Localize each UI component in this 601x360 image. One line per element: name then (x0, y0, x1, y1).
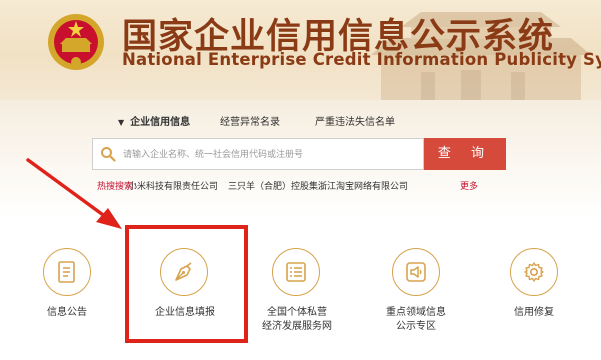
triangle-down-icon: ▼ (118, 118, 125, 127)
hot-search-item[interactable]: 浙江淘宝网络有限公司 (318, 179, 408, 192)
tab-label: 严重违法失信名单 (315, 117, 395, 128)
tab-abnormal-operation[interactable]: 经营异常名录 (220, 113, 280, 128)
document-icon (58, 261, 75, 283)
site-subtitle-english: National Enterprise Credit Information P… (122, 50, 601, 69)
info-announcement-button[interactable] (43, 248, 91, 296)
hot-search-item[interactable]: 小米科技有限责任公司 (128, 179, 218, 192)
list-icon (286, 262, 306, 282)
private-economy-service-button[interactable] (272, 248, 320, 296)
credit-repair-button[interactable] (510, 248, 558, 296)
tab-enterprise-credit[interactable]: ▼ 企业信用信息 (118, 113, 190, 128)
megaphone-icon (406, 262, 426, 282)
more-link[interactable]: 更多 (460, 179, 478, 192)
hot-search-bar: 热搜搜索： 小米科技有限责任公司 三只羊（合肥）控股集... 浙江淘宝网络有限公… (0, 179, 601, 193)
hot-search-item[interactable]: 三只羊（合肥）控股集... (228, 179, 327, 192)
search-tabs: ▼ 企业信用信息 经营异常名录 严重违法失信名单 (0, 113, 601, 131)
header-banner: 国家企业信用信息公示系统 National Enterprise Credit … (0, 0, 601, 100)
key-field-info-button[interactable] (392, 248, 440, 296)
gear-icon (524, 262, 544, 282)
service-label: 信息公告 (47, 307, 87, 318)
service-label: 重点领域信息 公示专区 (386, 307, 446, 332)
search-box (92, 138, 424, 170)
service-label: 信用修复 (514, 307, 554, 318)
tab-label: 经营异常名录 (220, 117, 280, 128)
highlight-box (125, 225, 248, 343)
national-emblem-icon (48, 14, 104, 70)
service-label: 全国个体私营 经济发展服务网 (262, 307, 332, 332)
search-input[interactable] (121, 145, 421, 165)
tab-label: 企业信用信息 (130, 117, 191, 128)
tab-serious-violation[interactable]: 严重违法失信名单 (315, 113, 395, 128)
search-button[interactable]: 查 询 (424, 138, 506, 170)
search-icon (101, 147, 116, 162)
